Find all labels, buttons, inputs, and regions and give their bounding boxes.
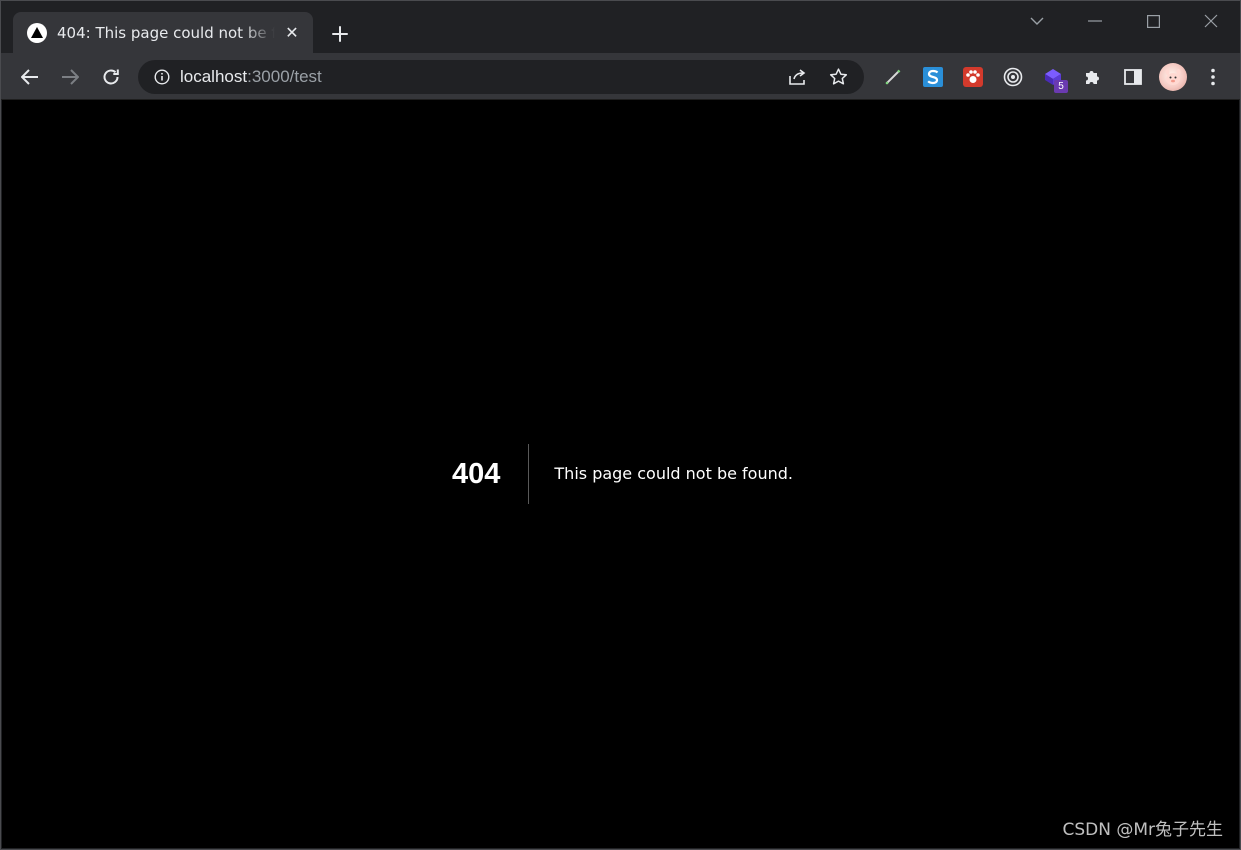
error-container: 404 This page could not be found. <box>2 444 1239 504</box>
avatar <box>1159 63 1187 91</box>
arrow-right-icon <box>62 69 79 85</box>
side-panel-icon[interactable] <box>1113 61 1153 93</box>
forward-button[interactable] <box>54 61 86 93</box>
page-viewport: 404 This page could not be found. CSDN @… <box>2 100 1239 848</box>
close-window-button[interactable] <box>1182 1 1240 41</box>
url-host: localhost <box>180 67 248 86</box>
extensions-area: 5 <box>873 61 1233 93</box>
target-extension-icon[interactable] <box>993 61 1033 93</box>
url-rest: :3000/test <box>247 67 322 86</box>
s-extension-icon[interactable] <box>913 61 953 93</box>
tab-title: 404: This page could not be found <box>57 23 275 42</box>
bookmark-star-icon[interactable] <box>818 61 858 93</box>
paw-extension-icon[interactable] <box>953 61 993 93</box>
share-icon[interactable] <box>778 61 818 93</box>
pen-extension-icon[interactable] <box>873 61 913 93</box>
puzzle-extensions-icon[interactable] <box>1073 61 1113 93</box>
cube-extension-icon[interactable]: 5 <box>1033 61 1073 93</box>
chevron-down-icon <box>1030 17 1044 25</box>
address-bar[interactable]: localhost:3000/test <box>138 60 864 94</box>
browser-menu-button[interactable] <box>1193 61 1233 93</box>
browser-toolbar: localhost:3000/test 5 <box>1 53 1240 100</box>
maximize-button[interactable] <box>1124 1 1182 41</box>
reload-button[interactable] <box>95 61 127 93</box>
maximize-icon <box>1146 14 1160 28</box>
tab-search-button[interactable] <box>1008 1 1066 41</box>
close-icon <box>1204 14 1218 28</box>
error-code: 404 <box>452 458 501 490</box>
url-text: localhost:3000/test <box>180 67 322 87</box>
active-tab[interactable]: 404: This page could not be found ✕ <box>13 12 313 53</box>
error-message: This page could not be found. <box>554 464 793 483</box>
plus-icon <box>332 26 348 42</box>
reload-icon <box>103 69 119 85</box>
browser-window: 404: This page could not be found ✕ <box>0 0 1241 850</box>
minimize-button[interactable] <box>1066 1 1124 41</box>
extension-badge: 5 <box>1054 80 1068 93</box>
site-info-icon[interactable] <box>144 60 180 94</box>
tab-close-button[interactable]: ✕ <box>281 22 303 44</box>
back-button[interactable] <box>14 61 46 93</box>
arrow-left-icon <box>21 69 38 85</box>
window-controls <box>1008 1 1240 41</box>
error-block: 404 This page could not be found. <box>452 444 793 504</box>
kebab-menu-icon <box>1211 68 1215 86</box>
nextjs-triangle-icon <box>27 22 47 43</box>
watermark: CSDN @Mr兔子先生 <box>1062 820 1223 840</box>
tab-strip: 404: This page could not be found ✕ <box>1 1 1240 53</box>
minimize-icon <box>1088 20 1102 22</box>
profile-avatar[interactable] <box>1153 61 1193 93</box>
new-tab-button[interactable] <box>325 19 355 49</box>
